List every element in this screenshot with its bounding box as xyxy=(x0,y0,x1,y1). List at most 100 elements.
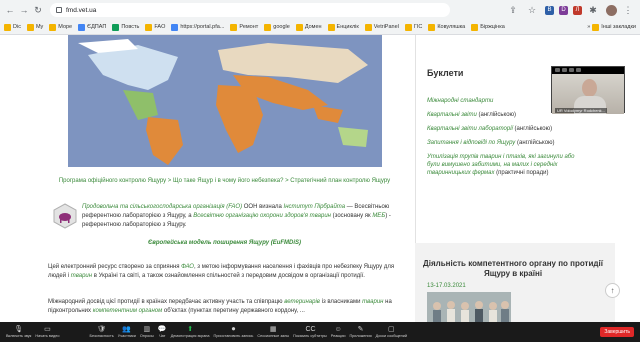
meb-link[interactable]: МЕБ xyxy=(372,213,385,219)
reload-icon[interactable]: ↻ xyxy=(32,4,44,16)
folder-icon xyxy=(327,23,335,31)
record-icon: ⏺ xyxy=(231,326,236,333)
share-screen-button[interactable]: ⬆ Демонстрация экрана xyxy=(171,326,210,338)
video-thumbnail[interactable]: UR Volodymyr Rodchenk... xyxy=(551,66,625,114)
reactions-icon: ☺ xyxy=(334,326,342,333)
captions-icon: CC xyxy=(305,326,316,333)
booklet-link[interactable]: Міжнародні стандарти xyxy=(427,98,493,104)
bookmark-item[interactable]: google xyxy=(264,23,290,31)
booklet-link[interactable]: Запитання і відповіді по Ящуру xyxy=(427,140,515,146)
bookmark-item[interactable]: VetriPanel xyxy=(364,23,399,31)
fao-inline-link[interactable]: ФАО xyxy=(181,264,194,270)
forward-arrow-icon[interactable]: → xyxy=(18,4,30,16)
scroll-to-top-button[interactable]: ↑ xyxy=(605,283,620,298)
bookmark-item[interactable]: FAO xyxy=(145,23,165,31)
world-map-graphic xyxy=(68,35,382,167)
polls-icon: ▥ xyxy=(143,326,151,333)
site-icon xyxy=(171,23,179,31)
reference-lab-info: Продовольча та сільськогосподарська орга… xyxy=(52,203,402,243)
extension-l-icon[interactable]: Л xyxy=(573,5,582,15)
security-button[interactable]: 🛡 Безопасность xyxy=(89,326,113,338)
folder-icon xyxy=(404,23,412,31)
booklets-heading: Буклети xyxy=(427,68,464,78)
folder-icon xyxy=(364,23,372,31)
apps-button[interactable]: ✎ Приложения xyxy=(349,326,371,338)
participants-button[interactable]: 👥 Участники xyxy=(118,326,136,338)
back-arrow-icon[interactable]: ← xyxy=(4,4,16,16)
share-screen-icon: ⬆ xyxy=(187,326,194,333)
bookmark-item[interactable]: Ремонт xyxy=(230,23,258,31)
polls-button[interactable]: ▥ Опросы xyxy=(140,326,154,338)
folder-icon xyxy=(592,23,600,31)
reactions-button[interactable]: ☺ Реакции xyxy=(331,326,346,338)
whiteboard-icon: ▢ xyxy=(388,326,395,333)
video-feed: UR Volodymyr Rodchenk... xyxy=(552,74,624,114)
mute-button[interactable]: 🎙 Включить звук xyxy=(6,326,31,338)
puzzle-icon[interactable]: ✱ xyxy=(587,4,599,16)
woah-link[interactable]: Всесвітню організацію охорони здоров'я т… xyxy=(193,213,331,219)
folder-icon xyxy=(428,23,436,31)
folder-icon xyxy=(295,23,303,31)
folder-icon xyxy=(471,23,479,31)
experience-paragraph: Міжнародний досвід цієї протидії в країн… xyxy=(48,299,392,314)
pirbright-link[interactable]: Інститут Пірбрайта xyxy=(284,204,346,210)
chat-button[interactable]: 💬 Чат xyxy=(158,326,167,338)
share-icon[interactable]: ⇪ xyxy=(507,4,519,16)
breakout-rooms-button[interactable]: ▦ Сессионные залы xyxy=(257,326,289,338)
folder-icon xyxy=(4,23,11,31)
captions-button[interactable]: CC Показать субтитры xyxy=(293,326,327,338)
extension-b-icon[interactable]: B xyxy=(545,5,554,15)
web-page: Програма офіційного контролю Ящуру > Що … xyxy=(0,35,640,322)
participant-head xyxy=(582,79,597,97)
hexagon-cow-logo xyxy=(53,203,77,229)
bookmark-item[interactable]: https://portal.pfa... xyxy=(171,23,224,31)
other-bookmarks[interactable]: Інші закладки xyxy=(592,23,636,31)
animals-link-2[interactable]: тварин xyxy=(362,299,383,305)
folder-icon xyxy=(230,23,238,31)
competent-authority-link[interactable]: компетентним органом xyxy=(93,308,163,314)
bookmark-item[interactable]: Енциклік xyxy=(327,23,359,31)
bookmark-item[interactable]: Біржцінка xyxy=(471,23,505,31)
whiteboard-button[interactable]: ▢ Доски сообщений xyxy=(376,326,407,338)
activity-photo[interactable] xyxy=(427,292,511,322)
extension-d-icon[interactable]: D xyxy=(559,5,568,15)
fao-link[interactable]: Продовольча та сільськогосподарська орга… xyxy=(82,204,242,210)
folder-icon xyxy=(145,23,153,31)
world-map-image xyxy=(68,35,382,167)
bookmark-item[interactable]: Ковуляшка xyxy=(428,23,465,31)
bookmark-item[interactable]: ГІС xyxy=(404,23,422,31)
bookmark-item[interactable]: ЄДПАП xyxy=(78,23,106,31)
url-text: fmd.vet.ua xyxy=(66,6,97,14)
booklet-item: Квартальні звіти лабораторії (англійсько… xyxy=(427,126,553,132)
folder-icon xyxy=(49,23,57,31)
bookmark-item[interactable]: Домен xyxy=(295,23,322,31)
bookmark-item[interactable]: Повсть xyxy=(112,23,139,31)
address-bar[interactable]: fmd.vet.ua xyxy=(50,3,450,17)
lock-icon xyxy=(56,7,62,13)
booklet-link[interactable]: Квартальні звіти лабораторії xyxy=(427,126,513,132)
bookmark-item[interactable]: My xyxy=(26,23,43,31)
bookmark-item[interactable]: Dic xyxy=(4,23,21,31)
booklet-link[interactable]: Квартальні звіти xyxy=(427,112,477,118)
bookmarks-more-button[interactable]: » xyxy=(587,24,590,30)
animals-link[interactable]: тварин xyxy=(71,273,92,279)
breadcrumb[interactable]: Програма офіційного контролю Ящуру > Що … xyxy=(52,177,397,186)
pause-recording-button[interactable]: ⏺ Приостановить запись xyxy=(214,326,254,338)
start-video-button[interactable]: ▭ Начать видео xyxy=(35,326,59,338)
veterinarians-link[interactable]: ветеринарів xyxy=(284,299,320,305)
star-icon[interactable]: ☆ xyxy=(526,4,538,16)
activity-heading: Діяльність компетентного органу по проти… xyxy=(423,259,603,278)
profile-avatar[interactable] xyxy=(606,4,617,16)
site-icon xyxy=(112,23,120,31)
end-meeting-button[interactable]: Завершить xyxy=(600,327,634,337)
menu-dots-icon[interactable]: ⋮ xyxy=(622,4,634,16)
booklet-item: Запитання і відповіді по Ящуру (англійсь… xyxy=(427,140,555,146)
activity-widget: Діяльність компетентного органу по проти… xyxy=(415,243,615,322)
bookmark-item[interactable]: Море xyxy=(49,23,72,31)
site-icon xyxy=(78,23,86,31)
breakout-icon: ▦ xyxy=(269,326,277,333)
intro-paragraph: Цей електронний ресурс створено за сприя… xyxy=(48,264,395,279)
group-photo-graphic xyxy=(427,292,511,322)
reference-lab-text: Продовольча та сільськогосподарська орга… xyxy=(82,204,391,228)
eufmdis-model-link[interactable]: Європейська модель поширення Ящуру (EuFM… xyxy=(52,240,397,246)
